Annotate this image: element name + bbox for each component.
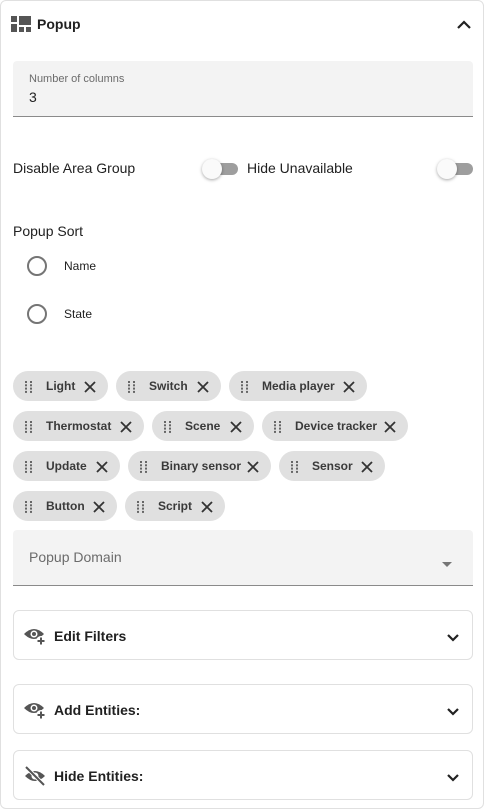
radio-state-label: State xyxy=(64,307,93,321)
popup-domain-select[interactable]: Popup Domain xyxy=(13,530,473,586)
drag-handle-icon[interactable] xyxy=(137,500,147,513)
drag-handle-icon[interactable] xyxy=(25,380,35,393)
chip-label: Button xyxy=(46,499,85,513)
chevron-down-icon xyxy=(446,770,460,782)
popup-domain-placeholder: Popup Domain xyxy=(29,549,122,565)
drag-handle-icon[interactable] xyxy=(128,380,138,393)
dropdown-arrow-icon xyxy=(442,555,452,567)
view-dashboard-icon xyxy=(11,16,31,32)
chip-label: Media player xyxy=(262,379,335,393)
drag-handle-icon[interactable] xyxy=(274,420,284,433)
chip-label: Device tracker xyxy=(295,419,378,433)
hide-entities-title: Hide Entities: xyxy=(54,768,144,784)
drag-handle-icon[interactable] xyxy=(241,380,251,393)
close-icon[interactable] xyxy=(384,420,396,433)
eye-off-icon xyxy=(23,765,47,787)
hide-unavailable-label: Hide Unavailable xyxy=(247,160,353,176)
section-title: Popup xyxy=(37,16,81,32)
drag-handle-icon[interactable] xyxy=(25,420,35,433)
close-icon[interactable] xyxy=(96,460,108,473)
chip-binary-sensor[interactable]: Binary sensor xyxy=(128,451,271,481)
disable-area-group-toggle[interactable] xyxy=(202,158,240,179)
close-icon[interactable] xyxy=(120,420,132,433)
close-icon[interactable] xyxy=(197,380,209,393)
chip-label: Script xyxy=(158,499,193,513)
hide-unavailable-toggle[interactable] xyxy=(437,158,475,179)
chip-update[interactable]: Update xyxy=(13,451,120,481)
close-icon[interactable] xyxy=(247,460,259,473)
chip-sensor[interactable]: Sensor xyxy=(279,451,385,481)
close-icon[interactable] xyxy=(343,380,355,393)
chip-label: Binary sensor xyxy=(161,459,242,473)
drag-handle-icon[interactable] xyxy=(140,460,150,473)
close-icon[interactable] xyxy=(230,420,242,433)
chevron-up-icon[interactable] xyxy=(456,17,472,29)
chip-scene[interactable]: Scene xyxy=(152,411,254,441)
radio-state[interactable] xyxy=(27,304,47,324)
drag-handle-icon[interactable] xyxy=(25,460,35,473)
chip-label: Thermostat xyxy=(46,419,112,433)
chip-label: Switch xyxy=(149,379,188,393)
close-icon[interactable] xyxy=(93,500,105,513)
drag-handle-icon[interactable] xyxy=(164,420,174,433)
chevron-down-icon xyxy=(446,630,460,642)
chip-label: Scene xyxy=(185,419,221,433)
close-icon[interactable] xyxy=(201,500,213,513)
chip-media-player[interactable]: Media player xyxy=(229,371,367,401)
chevron-down-icon xyxy=(446,704,460,716)
drag-handle-icon[interactable] xyxy=(25,500,35,513)
chip-button[interactable]: Button xyxy=(13,491,117,521)
chip-label: Light xyxy=(46,379,76,393)
chip-light[interactable]: Light xyxy=(13,371,108,401)
number-of-columns-value: 3 xyxy=(29,89,37,105)
chip-device-tracker[interactable]: Device tracker xyxy=(262,411,408,441)
edit-filters-title: Edit Filters xyxy=(54,628,127,644)
radio-name[interactable] xyxy=(27,256,47,276)
close-icon[interactable] xyxy=(84,380,96,393)
add-entities-title: Add Entities: xyxy=(54,702,141,718)
edit-filters-panel[interactable]: Edit Filters xyxy=(13,610,473,660)
drag-handle-icon[interactable] xyxy=(291,460,301,473)
popup-section-header[interactable]: Popup xyxy=(0,0,486,48)
number-of-columns-field[interactable]: Number of columns 3 xyxy=(13,61,473,117)
popup-sort-label: Popup Sort xyxy=(13,223,84,239)
chip-thermostat[interactable]: Thermostat xyxy=(13,411,144,441)
radio-name-label: Name xyxy=(64,259,97,273)
eye-plus-icon xyxy=(23,625,47,647)
hide-entities-panel[interactable]: Hide Entities: xyxy=(13,750,473,800)
add-entities-panel[interactable]: Add Entities: xyxy=(13,684,473,734)
chip-label: Update xyxy=(46,459,87,473)
close-icon[interactable] xyxy=(361,460,373,473)
chip-switch[interactable]: Switch xyxy=(116,371,221,401)
eye-plus-icon xyxy=(23,699,47,721)
disable-area-group-label: Disable Area Group xyxy=(13,160,136,176)
chip-script[interactable]: Script xyxy=(125,491,225,521)
chip-label: Sensor xyxy=(312,459,353,473)
number-of-columns-label: Number of columns xyxy=(29,73,125,85)
